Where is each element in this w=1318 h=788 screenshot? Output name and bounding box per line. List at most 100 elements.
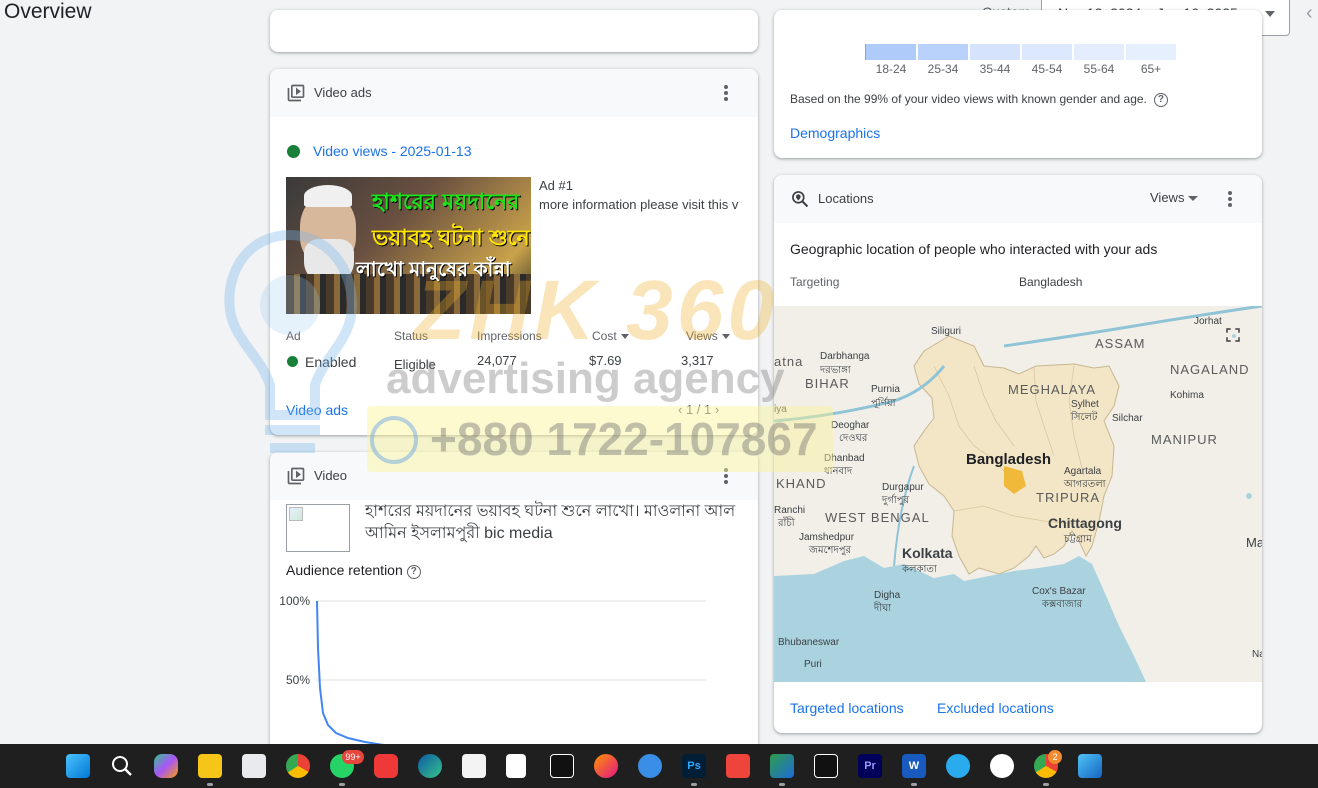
age-label-25-34: 25-34: [927, 62, 959, 76]
age-label-55-64: 55-64: [1083, 62, 1115, 76]
running-indicator: [911, 783, 917, 786]
copilot-icon[interactable]: [154, 754, 178, 778]
running-indicator: [779, 783, 785, 786]
map-label-sylhet-bn: সিলেট: [1071, 412, 1098, 423]
campaign-link[interactable]: Video views - 2025-01-13: [313, 143, 472, 159]
chrome-2-icon[interactable]: 2: [1034, 750, 1062, 786]
search-icon[interactable]: [110, 754, 134, 778]
thumbnail-line-2: ভয়াবহ ঘটনা শুনে: [372, 225, 530, 250]
map-label-nagaland: NAGALAND: [1170, 362, 1250, 377]
map-label-durgapur-bn: দুর্গাপুর: [882, 495, 909, 506]
map-label-digha-bn: দীঘা: [874, 603, 892, 614]
retention-line: [316, 600, 406, 754]
map-label-agartala: Agartala: [1064, 466, 1102, 477]
age-label-65+: 65+: [1140, 62, 1162, 76]
watermark-tagline: advertising agency: [386, 354, 785, 403]
watermark-phone: +880 1722-107867: [430, 413, 818, 465]
audience-retention-title: Audience retention?: [286, 562, 421, 579]
map-label-chittagong-bn: চট্টগ্রাম: [1064, 534, 1092, 545]
map-label-sylhet: Sylhet: [1071, 399, 1099, 410]
map-label-coxs-bazar-bn: কক্সবাজার: [1042, 599, 1083, 610]
locations-description: Geographic location of people who intera…: [790, 241, 1158, 257]
map-label-ranchi: Ranchi: [774, 505, 806, 516]
video-thumbnail[interactable]: [286, 504, 350, 552]
map-label-ma: Ma: [1246, 535, 1262, 550]
more-vert-icon[interactable]: [716, 83, 736, 103]
targeted-locations-link[interactable]: Targeted locations: [790, 700, 904, 716]
age-label-18-24: 18-24: [875, 62, 907, 76]
running-indicator: [1043, 783, 1049, 786]
help-icon[interactable]: ?: [1153, 93, 1168, 107]
premiere-pro-icon[interactable]: Pr: [858, 754, 882, 778]
location-map[interactable]: Siliguri Jorhat ASSAM atna Darbhanga দরভ…: [774, 306, 1262, 682]
map-label-tripura: TRIPURA: [1036, 490, 1101, 505]
locations-card: Locations Views Geographic location of p…: [774, 175, 1262, 733]
map-label-coxs-bazar: Cox's Bazar: [1032, 586, 1086, 597]
notification-badge: 99+: [342, 750, 364, 764]
photos-icon[interactable]: [1078, 754, 1102, 778]
video-library-icon: [287, 84, 305, 102]
map-label-digha: Digha: [874, 590, 901, 601]
ad-name: Ad #1: [539, 178, 573, 193]
snipping-tool-icon[interactable]: [242, 754, 266, 778]
location-search-icon: [792, 191, 809, 208]
word-label: W: [908, 760, 920, 772]
watermark-brand: ZHK 360: [414, 263, 779, 357]
age-bar-35-44: [970, 44, 1020, 60]
map-label-meghalaya: MEGHALAYA: [1008, 382, 1096, 397]
capcut-2-icon[interactable]: [814, 754, 838, 778]
file-explorer-icon[interactable]: [198, 754, 222, 786]
metric-select-value: Views: [1150, 190, 1185, 205]
card-title: Video ads: [314, 85, 372, 100]
anydesk-icon[interactable]: [726, 754, 750, 778]
card-header: Video ads: [270, 69, 758, 117]
map-label-bangladesh: Bangladesh: [966, 451, 1052, 468]
map-label-deoghar: Deoghar: [831, 420, 870, 431]
thumbnail-line-1: হাশরের ময়দানের: [372, 189, 520, 214]
fullscreen-icon[interactable]: [1224, 326, 1242, 344]
vivaldi-icon[interactable]: [374, 754, 398, 778]
capcut-icon[interactable]: [550, 754, 574, 778]
app-store-icon[interactable]: [990, 754, 1014, 778]
targeting-label: Targeting: [790, 275, 840, 289]
video-title[interactable]: হাশরের ময়দানের ভয়াবহ ঘটনা শুনে লাখো। ম…: [365, 501, 750, 545]
map-label-na: Na: [1252, 649, 1262, 660]
watermark-bulb-logo: [224, 229, 358, 453]
map-label-purnia: Purnia: [871, 384, 900, 395]
demographics-card: 18-24 25-34 35-44 45-54 55-64 65+ Based on th…: [774, 10, 1262, 158]
help-icon[interactable]: ?: [406, 565, 421, 579]
chevron-left-icon[interactable]: ‹: [1306, 2, 1313, 25]
map-label-ranchi-bn: রাঁচী: [778, 518, 795, 529]
whatsapp-icon[interactable]: 99+: [330, 750, 364, 786]
edge-icon[interactable]: [418, 754, 442, 778]
age-label-45-54: 45-54: [1031, 62, 1063, 76]
video-card: Video হাশরের ময়দানের ভয়াবহ ঘটনা শুনে ল…: [270, 452, 758, 754]
card-title: Locations: [818, 191, 874, 206]
metric-select[interactable]: Views: [1150, 190, 1199, 205]
telegram-icon[interactable]: [946, 754, 970, 778]
word-icon[interactable]: W: [902, 754, 926, 786]
firefox-icon[interactable]: [594, 754, 618, 778]
previous-card: [270, 10, 758, 52]
windows-start-icon[interactable]: [66, 754, 90, 778]
map-label-kolkata: Kolkata: [902, 545, 953, 561]
running-indicator: [691, 783, 697, 786]
demographics-link[interactable]: Demographics: [790, 125, 880, 141]
notepad-icon[interactable]: [506, 754, 526, 778]
chrome-icon[interactable]: [286, 754, 310, 778]
running-indicator: [207, 783, 213, 786]
premiere-label: Pr: [864, 760, 876, 772]
photoshop-icon[interactable]: Ps: [682, 754, 706, 786]
broken-image-icon: [289, 507, 303, 521]
ad-description: more information please visit this v: [539, 197, 739, 212]
excluded-locations-link[interactable]: Excluded locations: [937, 700, 1054, 716]
taskbar: 99+ Ps Pr W 2: [0, 744, 1318, 788]
more-vert-icon[interactable]: [1220, 189, 1240, 209]
water-body: [1246, 493, 1252, 499]
clipchamp-icon[interactable]: [638, 754, 662, 778]
store-icon[interactable]: [462, 754, 486, 778]
bluestacks-icon[interactable]: [770, 754, 794, 786]
map-label-bhubaneswar: Bhubaneswar: [778, 637, 840, 648]
map-label-bihar: BIHAR: [805, 376, 850, 391]
map-label-siliguri: Siliguri: [931, 326, 962, 337]
